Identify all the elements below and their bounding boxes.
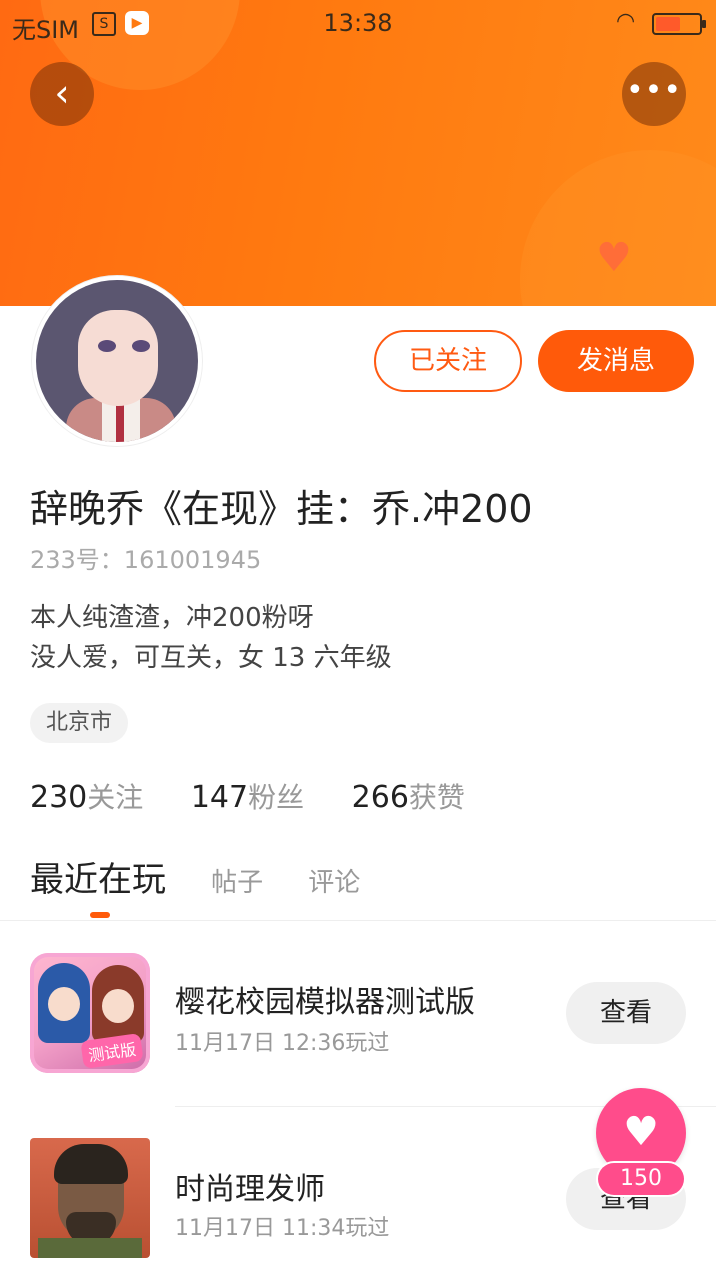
- avatar[interactable]: [32, 276, 202, 446]
- clock: 13:38: [323, 9, 393, 37]
- stat-following[interactable]: 230关注: [30, 776, 143, 816]
- following-button[interactable]: 已关注: [374, 330, 522, 392]
- bio: 本人纯渣渣，冲200粉呀 没人爱，可互关，女 13 六年级: [30, 598, 392, 678]
- tab-recently-played[interactable]: 最近在玩: [30, 852, 166, 901]
- game-icon: [30, 1138, 150, 1258]
- play-time: 11月17日 11:34玩过: [175, 1216, 390, 1241]
- stat-followers[interactable]: 147粉丝: [191, 776, 304, 816]
- more-button[interactable]: •••: [622, 62, 686, 126]
- game-icon: 测试版: [30, 953, 150, 1073]
- list-item[interactable]: 测试版 樱花校园模拟器测试版 11月17日 12:36玩过 查看: [0, 953, 716, 1073]
- send-message-button[interactable]: 发消息: [538, 330, 694, 392]
- user-id: 233号：161001945: [30, 546, 262, 574]
- stat-likes[interactable]: 266获赞: [352, 776, 465, 816]
- tab-comments[interactable]: 评论: [308, 862, 360, 899]
- stats-row: 230关注 147粉丝 266获赞: [30, 776, 503, 816]
- profile-tabs: 最近在玩 帖子 评论: [30, 852, 400, 901]
- heart-icon: ♥: [623, 1109, 659, 1155]
- divider: [0, 920, 716, 921]
- wifi-icon: ◠: [616, 9, 636, 34]
- back-button[interactable]: ‹: [30, 62, 94, 126]
- location-tag: 北京市: [30, 703, 129, 743]
- status-bar: 无SIM S ▶ 13:38 ◠: [0, 0, 716, 48]
- chevron-left-icon: ‹: [54, 71, 70, 115]
- play-time: 11月17日 12:36玩过: [175, 1031, 390, 1056]
- bio-line: 没人爱，可互关，女 13 六年级: [30, 643, 392, 673]
- tab-posts[interactable]: 帖子: [211, 862, 263, 899]
- view-button[interactable]: 查看: [566, 982, 686, 1044]
- game-title: 樱花校园模拟器测试版: [175, 985, 475, 1020]
- bio-line: 本人纯渣渣，冲200粉呀: [30, 603, 314, 633]
- game-icon-badge: 测试版: [80, 1032, 144, 1070]
- username: 辞晚乔《在现》挂：乔.冲200: [30, 487, 533, 531]
- heart-decoration-icon: ♥: [596, 235, 632, 281]
- more-dots-icon: •••: [625, 73, 683, 108]
- banner-decoration: [520, 150, 716, 306]
- active-tab-indicator: [90, 912, 110, 918]
- battery-icon: [652, 13, 706, 35]
- game-title: 时尚理发师: [175, 1172, 325, 1207]
- like-count: 150: [598, 1163, 684, 1195]
